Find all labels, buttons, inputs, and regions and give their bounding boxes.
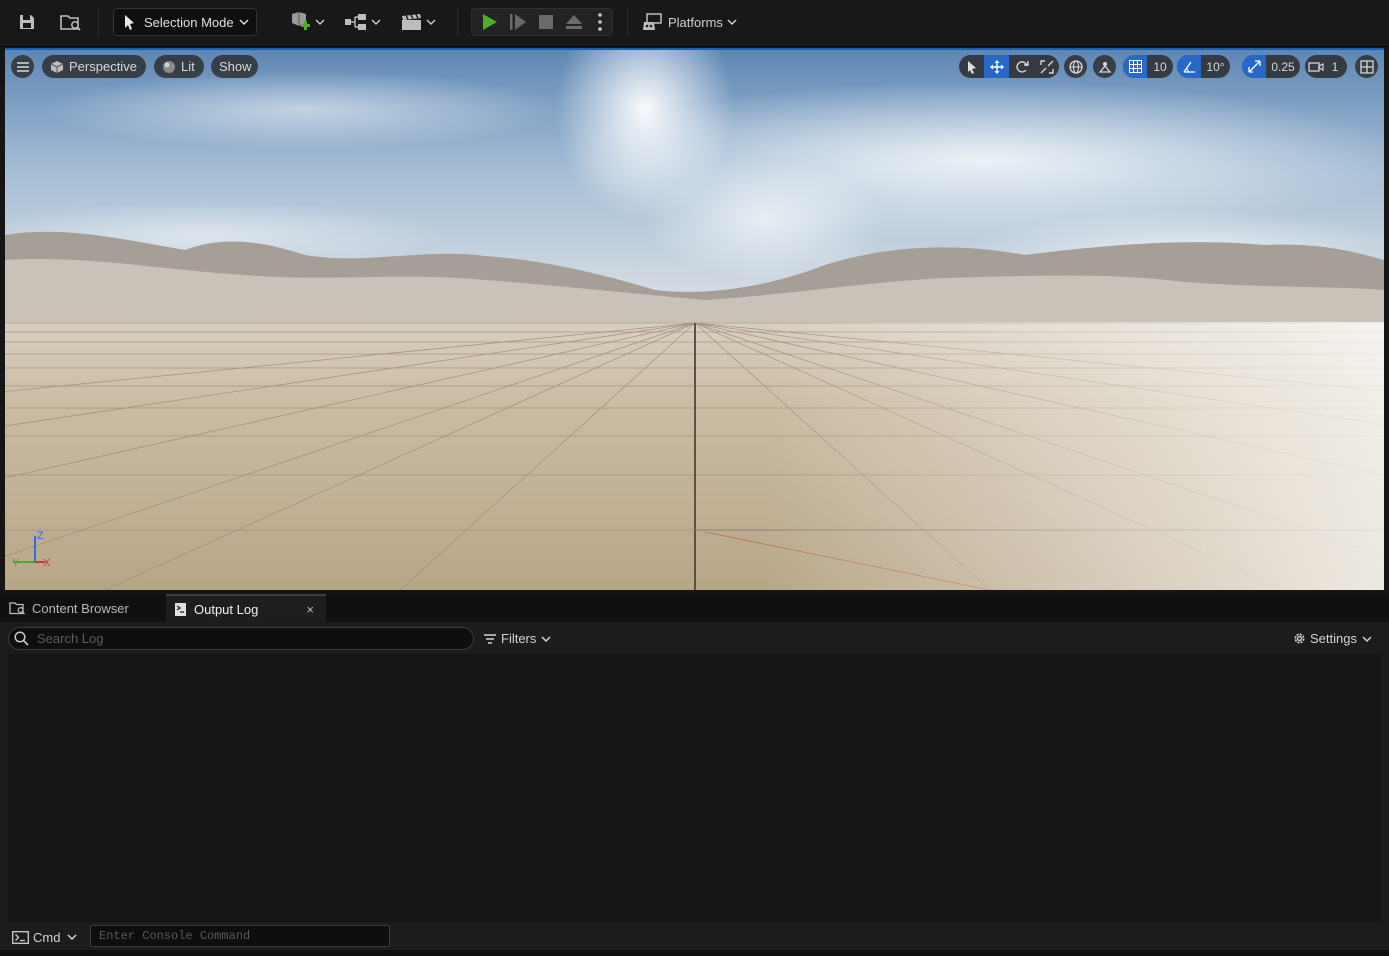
- axis-gizmo: Z X Y: [12, 530, 51, 569]
- chevron-down-icon: [314, 18, 325, 26]
- chevron-down-icon: [425, 18, 436, 26]
- show-button[interactable]: Show: [211, 55, 258, 78]
- viewport-menu-button[interactable]: [11, 55, 34, 78]
- axis-z-label: Z: [37, 530, 44, 542]
- chevron-down-icon: [370, 18, 381, 26]
- camera-icon[interactable]: [1305, 55, 1327, 78]
- search-log-input[interactable]: [35, 630, 459, 647]
- stop-icon[interactable]: [534, 9, 558, 35]
- scale-snap-value[interactable]: 0.25: [1266, 55, 1300, 78]
- axis-x-label: X: [43, 557, 51, 569]
- toolbar-divider: [98, 8, 99, 36]
- cinematics-button[interactable]: [398, 7, 438, 37]
- show-label: Show: [219, 59, 252, 74]
- search-icon: [14, 631, 29, 646]
- cmd-label: Cmd: [33, 929, 61, 945]
- rotation-snap-icon[interactable]: [1177, 55, 1201, 78]
- move-tool-icon[interactable]: [984, 55, 1009, 78]
- cube-icon: [50, 60, 64, 74]
- grid-snap-icon[interactable]: [1123, 55, 1147, 78]
- chevron-down-icon: [1362, 635, 1372, 643]
- cinematics-icon: [401, 13, 423, 31]
- viewport-layout-button[interactable]: [1355, 55, 1378, 78]
- sphere-icon: [162, 60, 176, 74]
- content-browser-icon[interactable]: [56, 7, 86, 37]
- chevron-down-icon: [541, 635, 551, 643]
- scale-snap-icon[interactable]: [1242, 55, 1266, 78]
- tab-output-log-label: Output Log: [194, 601, 259, 617]
- axis-y-label: Y: [12, 557, 20, 569]
- status-bar: [0, 950, 1389, 956]
- rotation-snap-control[interactable]: 10°: [1177, 55, 1230, 78]
- viewport-scene: [5, 50, 1384, 590]
- surface-snap-icon: [1098, 60, 1112, 74]
- filter-icon: [483, 633, 497, 645]
- platforms-icon: [642, 13, 664, 31]
- layout-grid-icon: [1359, 59, 1374, 74]
- grid-snap-value[interactable]: 10: [1147, 55, 1173, 78]
- select-tool-icon[interactable]: [959, 55, 984, 78]
- search-log-box[interactable]: [8, 627, 474, 650]
- camera-speed-value[interactable]: 1: [1327, 55, 1343, 78]
- advance-frame-icon[interactable]: [506, 9, 530, 35]
- eject-icon[interactable]: [562, 9, 586, 35]
- save-icon[interactable]: [13, 7, 41, 37]
- gear-icon: [1292, 631, 1307, 646]
- toolbar-divider: [627, 8, 628, 36]
- filters-dropdown[interactable]: Filters: [483, 631, 551, 646]
- lit-view-button[interactable]: Lit: [154, 55, 204, 78]
- console-command-bar: Cmd: [8, 924, 1381, 950]
- cmd-dropdown[interactable]: Cmd: [12, 927, 77, 947]
- level-viewport[interactable]: Perspective Lit Show 10 10° 0.25 1 Z X Y: [5, 48, 1384, 590]
- console-command-input[interactable]: [90, 925, 390, 947]
- perspective-label: Perspective: [69, 59, 137, 74]
- lit-label: Lit: [181, 59, 195, 74]
- add-actor-icon: [288, 11, 312, 33]
- world-space-button[interactable]: [1064, 55, 1087, 78]
- add-actor-button[interactable]: [286, 7, 326, 37]
- main-toolbar: Selection Mode Platforms: [0, 0, 1389, 47]
- rotation-snap-value[interactable]: 10°: [1201, 55, 1230, 78]
- blueprint-button[interactable]: [342, 7, 382, 37]
- selection-mode-dropdown[interactable]: Selection Mode: [113, 8, 257, 36]
- rotate-tool-icon[interactable]: [1009, 55, 1034, 78]
- more-options-icon[interactable]: [590, 9, 610, 35]
- chevron-down-icon: [67, 933, 77, 941]
- chevron-down-icon: [239, 18, 249, 26]
- log-output-area[interactable]: [8, 654, 1381, 922]
- surface-snap-button[interactable]: [1093, 55, 1116, 78]
- filters-label: Filters: [501, 631, 537, 646]
- chevron-down-icon: [727, 18, 737, 26]
- output-log-icon: [174, 602, 187, 617]
- perspective-view-button[interactable]: Perspective: [42, 55, 146, 78]
- selection-mode-label: Selection Mode: [144, 14, 234, 30]
- scale-snap-control[interactable]: 0.25: [1242, 55, 1300, 78]
- play-icon[interactable]: [478, 9, 502, 35]
- scale-tool-icon[interactable]: [1034, 55, 1059, 78]
- settings-dropdown[interactable]: Settings: [1292, 631, 1372, 646]
- blueprint-icon: [344, 13, 368, 31]
- globe-icon: [1068, 59, 1083, 74]
- tab-content-browser-label: Content Browser: [32, 600, 129, 616]
- console-icon: [12, 930, 29, 944]
- settings-label: Settings: [1310, 631, 1357, 646]
- hamburger-icon: [16, 61, 29, 72]
- selection-cursor-icon: [122, 14, 138, 30]
- toolbar-divider: [457, 8, 458, 36]
- camera-speed-control[interactable]: 1: [1305, 55, 1347, 78]
- tab-content-browser[interactable]: Content Browser: [0, 594, 162, 622]
- grid-snap-control[interactable]: 10: [1123, 55, 1173, 78]
- tab-output-log[interactable]: Output Log ×: [166, 594, 326, 622]
- close-icon[interactable]: ×: [306, 602, 314, 617]
- output-log-panel: Filters Settings Cmd: [0, 622, 1389, 956]
- transform-tools: [959, 55, 1059, 78]
- platforms-label: Platforms: [668, 14, 723, 30]
- play-controls: [471, 8, 613, 36]
- platforms-dropdown[interactable]: Platforms: [642, 8, 737, 36]
- bottom-tab-strip: Content Browser Output Log ×: [0, 594, 1389, 622]
- content-browser-icon: [9, 601, 26, 615]
